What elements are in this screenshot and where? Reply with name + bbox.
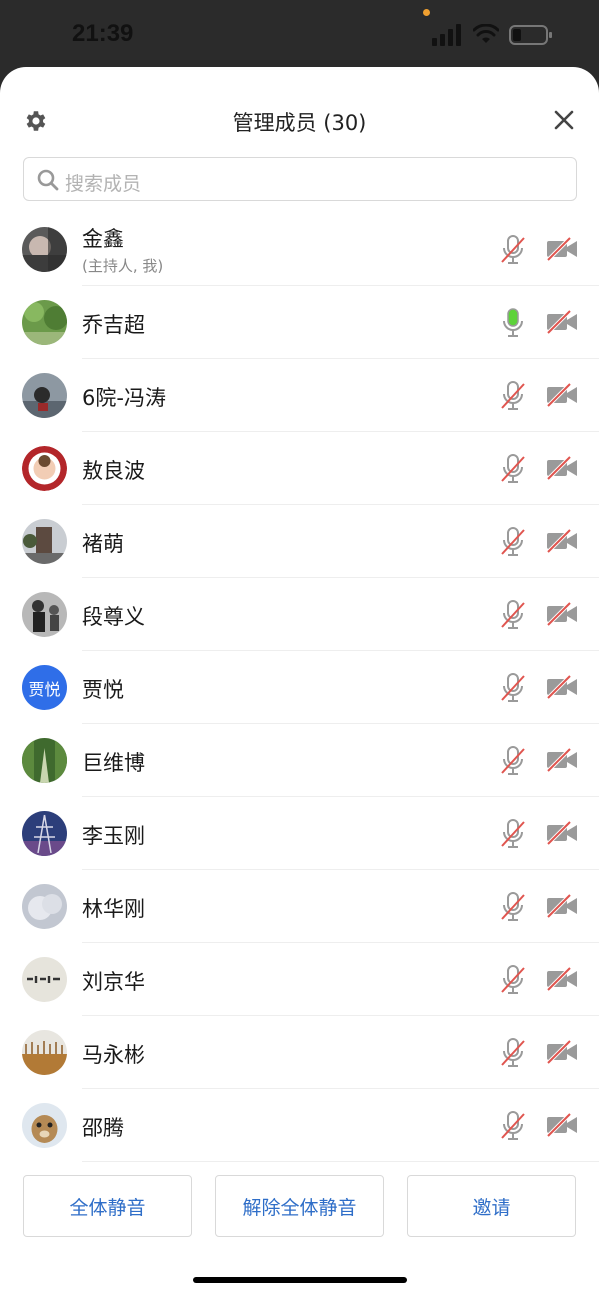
camera-off-icon[interactable]	[546, 747, 578, 773]
camera-off-icon[interactable]	[546, 528, 578, 554]
avatar	[22, 1030, 67, 1075]
avatar	[22, 957, 67, 1002]
page-title: 管理成员 (30)	[232, 111, 367, 135]
member-name: 褚萌	[82, 532, 124, 556]
member-name: 邵腾	[82, 1116, 124, 1140]
member-list: 金鑫 (主持人, 我) 乔吉超 6院-冯涛 敖良波 褚萌 段尊义 贾悦 贾悦 巨…	[0, 213, 599, 1162]
member-row[interactable]: 巨维博	[0, 724, 599, 797]
wifi-icon	[473, 24, 499, 43]
microphone-muted-icon[interactable]	[500, 599, 526, 631]
sheet-header: 管理成员 (30)	[0, 67, 599, 157]
cellular-signal-icon	[432, 24, 461, 46]
microphone-muted-icon[interactable]	[500, 453, 526, 485]
unmute-all-button[interactable]: 解除全体静音	[215, 1175, 384, 1237]
search-input[interactable]: 搜索成员	[23, 157, 577, 201]
member-row[interactable]: 敖良波	[0, 432, 599, 505]
camera-off-icon[interactable]	[546, 674, 578, 700]
microphone-muted-icon[interactable]	[500, 234, 526, 266]
camera-off-icon[interactable]	[546, 1039, 578, 1065]
microphone-muted-icon[interactable]	[500, 380, 526, 412]
member-name: 贾悦	[82, 678, 124, 702]
member-name: 6院-冯涛	[82, 386, 166, 410]
invite-button[interactable]: 邀请	[407, 1175, 576, 1237]
member-role: (主持人, 我)	[82, 257, 164, 275]
member-row[interactable]: 李玉刚	[0, 797, 599, 870]
member-row[interactable]: 邵腾	[0, 1089, 599, 1162]
member-name: 马永彬	[82, 1043, 145, 1067]
status-bar: 21:39	[0, 0, 599, 68]
microphone-muted-icon[interactable]	[500, 891, 526, 923]
camera-off-icon[interactable]	[546, 966, 578, 992]
member-name: 李玉刚	[82, 824, 145, 848]
privacy-indicator	[423, 9, 430, 16]
member-name: 段尊义	[82, 605, 145, 629]
avatar	[22, 738, 67, 783]
status-time: 21:39	[72, 20, 134, 47]
member-row[interactable]: 6院-冯涛	[0, 359, 599, 432]
member-row[interactable]: 马永彬	[0, 1016, 599, 1089]
battery-icon	[509, 25, 552, 45]
avatar-initials: 贾悦	[22, 665, 67, 710]
microphone-muted-icon[interactable]	[500, 1110, 526, 1142]
close-icon[interactable]	[552, 108, 576, 132]
avatar	[22, 884, 67, 929]
avatar	[22, 227, 67, 272]
camera-off-icon[interactable]	[546, 893, 578, 919]
avatar	[22, 1103, 67, 1148]
member-name: 林华刚	[82, 897, 145, 921]
member-row[interactable]: 乔吉超	[0, 286, 599, 359]
camera-off-icon[interactable]	[546, 601, 578, 627]
member-name: 金鑫	[82, 227, 124, 251]
row-divider	[82, 1161, 599, 1162]
microphone-active-icon[interactable]	[500, 307, 526, 339]
member-row[interactable]: 林华刚	[0, 870, 599, 943]
member-row[interactable]: 刘京华	[0, 943, 599, 1016]
microphone-muted-icon[interactable]	[500, 526, 526, 558]
camera-off-icon[interactable]	[546, 382, 578, 408]
footer-actions: 全体静音 解除全体静音 邀请	[0, 1175, 599, 1237]
manage-members-sheet: 管理成员 (30) 搜索成员 金鑫 (主持人, 我) 乔吉超 6院-冯涛 敖良波…	[0, 67, 599, 1296]
avatar	[22, 811, 67, 856]
member-name: 刘京华	[82, 970, 145, 994]
avatar	[22, 519, 67, 564]
member-name: 乔吉超	[82, 313, 145, 337]
search-icon	[37, 169, 59, 191]
avatar	[22, 300, 67, 345]
microphone-muted-icon[interactable]	[500, 745, 526, 777]
camera-off-icon[interactable]	[546, 455, 578, 481]
microphone-muted-icon[interactable]	[500, 818, 526, 850]
search-placeholder: 搜索成员	[65, 173, 142, 195]
avatar	[22, 373, 67, 418]
member-row[interactable]: 贾悦 贾悦	[0, 651, 599, 724]
avatar	[22, 592, 67, 637]
microphone-muted-icon[interactable]	[500, 964, 526, 996]
avatar	[22, 446, 67, 491]
member-row[interactable]: 金鑫 (主持人, 我)	[0, 213, 599, 286]
camera-off-icon[interactable]	[546, 236, 578, 262]
camera-off-icon[interactable]	[546, 1112, 578, 1138]
microphone-muted-icon[interactable]	[500, 672, 526, 704]
member-name: 敖良波	[82, 459, 145, 483]
microphone-muted-icon[interactable]	[500, 1037, 526, 1069]
member-row[interactable]: 褚萌	[0, 505, 599, 578]
member-row[interactable]: 段尊义	[0, 578, 599, 651]
camera-off-icon[interactable]	[546, 309, 578, 335]
member-name: 巨维博	[82, 751, 145, 775]
home-indicator[interactable]	[193, 1277, 407, 1283]
camera-off-icon[interactable]	[546, 820, 578, 846]
mute-all-button[interactable]: 全体静音	[23, 1175, 192, 1237]
